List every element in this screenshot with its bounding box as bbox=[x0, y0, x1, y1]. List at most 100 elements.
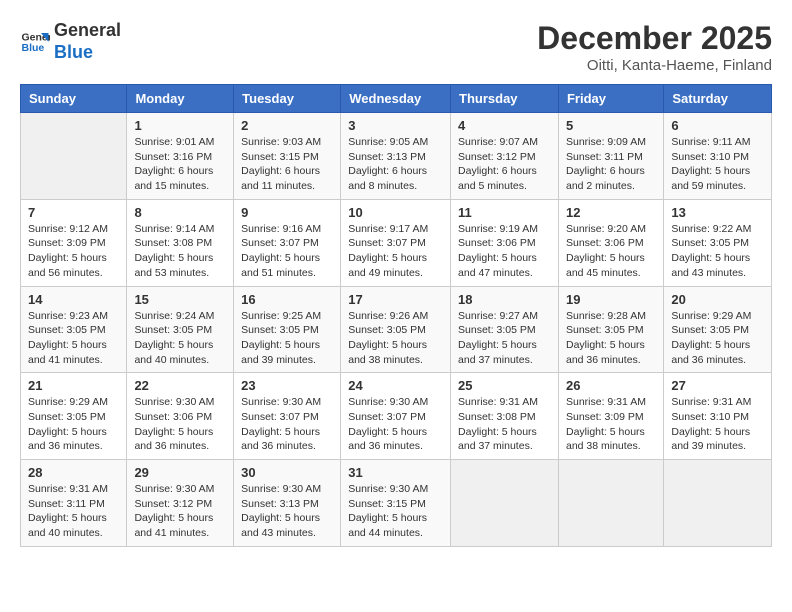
day-info: Sunrise: 9:30 AM Sunset: 3:06 PM Dayligh… bbox=[134, 395, 226, 454]
header-day-monday: Monday bbox=[127, 85, 234, 113]
day-number: 31 bbox=[348, 465, 443, 480]
day-number: 14 bbox=[28, 292, 119, 307]
header-row: SundayMondayTuesdayWednesdayThursdayFrid… bbox=[21, 85, 772, 113]
day-number: 1 bbox=[134, 118, 226, 133]
subtitle: Oitti, Kanta-Haeme, Finland bbox=[537, 57, 772, 74]
header-day-friday: Friday bbox=[558, 85, 663, 113]
day-info: Sunrise: 9:30 AM Sunset: 3:13 PM Dayligh… bbox=[241, 482, 333, 541]
title-block: December 2025 Oitti, Kanta-Haeme, Finlan… bbox=[537, 20, 772, 74]
logo-blue: Blue bbox=[54, 42, 121, 64]
logo-general: General bbox=[54, 20, 121, 42]
day-number: 18 bbox=[458, 292, 551, 307]
week-row-4: 21 Sunrise: 9:29 AM Sunset: 3:05 PM Dayli… bbox=[21, 373, 772, 460]
calendar-cell: 29 Sunrise: 9:30 AM Sunset: 3:12 PM Dayli… bbox=[127, 460, 234, 547]
day-number: 23 bbox=[241, 378, 333, 393]
calendar-cell: 12Sunrise: 9:20 AM Sunset: 3:06 PM Dayli… bbox=[558, 199, 663, 286]
header-day-sunday: Sunday bbox=[21, 85, 127, 113]
calendar-cell: 20 Sunrise: 9:29 AM Sunset: 3:05 PM Dayli… bbox=[664, 286, 772, 373]
calendar-cell: 1Sunrise: 9:01 AM Sunset: 3:16 PM Daylig… bbox=[127, 113, 234, 200]
calendar-header: SundayMondayTuesdayWednesdayThursdayFrid… bbox=[21, 85, 772, 113]
day-number: 29 bbox=[134, 465, 226, 480]
header-day-thursday: Thursday bbox=[451, 85, 559, 113]
day-info: Sunrise: 9:31 AM Sunset: 3:08 PM Dayligh… bbox=[458, 395, 551, 454]
week-row-5: 28Sunrise: 9:31 AM Sunset: 3:11 PM Dayli… bbox=[21, 460, 772, 547]
header-day-wednesday: Wednesday bbox=[341, 85, 451, 113]
header-day-saturday: Saturday bbox=[664, 85, 772, 113]
calendar-cell: 6 Sunrise: 9:11 AM Sunset: 3:10 PM Daylig… bbox=[664, 113, 772, 200]
calendar-cell: 8 Sunrise: 9:14 AM Sunset: 3:08 PM Daylig… bbox=[127, 199, 234, 286]
day-info: Sunrise: 9:22 AM Sunset: 3:05 PM Dayligh… bbox=[671, 222, 764, 281]
day-number: 20 bbox=[671, 292, 764, 307]
day-info: Sunrise: 9:24 AM Sunset: 3:05 PM Dayligh… bbox=[134, 309, 226, 368]
day-info: Sunrise: 9:23 AM Sunset: 3:05 PM Dayligh… bbox=[28, 309, 119, 368]
calendar-body: 1Sunrise: 9:01 AM Sunset: 3:16 PM Daylig… bbox=[21, 113, 772, 547]
day-number: 25 bbox=[458, 378, 551, 393]
calendar-cell: 16 Sunrise: 9:25 AM Sunset: 3:05 PM Dayli… bbox=[234, 286, 341, 373]
day-info: Sunrise: 9:11 AM Sunset: 3:10 PM Dayligh… bbox=[671, 135, 764, 194]
calendar-cell: 13 Sunrise: 9:22 AM Sunset: 3:05 PM Dayli… bbox=[664, 199, 772, 286]
calendar-table: SundayMondayTuesdayWednesdayThursdayFrid… bbox=[20, 84, 772, 547]
page-header: General Blue General Blue December 2025 … bbox=[20, 20, 772, 74]
day-info: Sunrise: 9:03 AM Sunset: 3:15 PM Dayligh… bbox=[241, 135, 333, 194]
calendar-cell: 31 Sunrise: 9:30 AM Sunset: 3:15 PM Dayli… bbox=[341, 460, 451, 547]
day-info: Sunrise: 9:31 AM Sunset: 3:09 PM Dayligh… bbox=[566, 395, 656, 454]
day-info: Sunrise: 9:16 AM Sunset: 3:07 PM Dayligh… bbox=[241, 222, 333, 281]
calendar-cell: 25 Sunrise: 9:31 AM Sunset: 3:08 PM Dayli… bbox=[451, 373, 559, 460]
day-info: Sunrise: 9:30 AM Sunset: 3:12 PM Dayligh… bbox=[134, 482, 226, 541]
calendar-cell: 7Sunrise: 9:12 AM Sunset: 3:09 PM Daylig… bbox=[21, 199, 127, 286]
calendar-cell: 3Sunrise: 9:05 AM Sunset: 3:13 PM Daylig… bbox=[341, 113, 451, 200]
calendar-cell bbox=[21, 113, 127, 200]
day-number: 6 bbox=[671, 118, 764, 133]
day-number: 2 bbox=[241, 118, 333, 133]
calendar-cell: 18 Sunrise: 9:27 AM Sunset: 3:05 PM Dayli… bbox=[451, 286, 559, 373]
day-info: Sunrise: 9:29 AM Sunset: 3:05 PM Dayligh… bbox=[28, 395, 119, 454]
day-info: Sunrise: 9:14 AM Sunset: 3:08 PM Dayligh… bbox=[134, 222, 226, 281]
week-row-1: 1Sunrise: 9:01 AM Sunset: 3:16 PM Daylig… bbox=[21, 113, 772, 200]
calendar-cell: 15 Sunrise: 9:24 AM Sunset: 3:05 PM Dayli… bbox=[127, 286, 234, 373]
day-info: Sunrise: 9:25 AM Sunset: 3:05 PM Dayligh… bbox=[241, 309, 333, 368]
week-row-2: 7Sunrise: 9:12 AM Sunset: 3:09 PM Daylig… bbox=[21, 199, 772, 286]
calendar-cell: 2 Sunrise: 9:03 AM Sunset: 3:15 PM Daylig… bbox=[234, 113, 341, 200]
day-number: 13 bbox=[671, 205, 764, 220]
day-info: Sunrise: 9:31 AM Sunset: 3:10 PM Dayligh… bbox=[671, 395, 764, 454]
calendar-cell: 30 Sunrise: 9:30 AM Sunset: 3:13 PM Dayli… bbox=[234, 460, 341, 547]
day-number: 30 bbox=[241, 465, 333, 480]
day-number: 16 bbox=[241, 292, 333, 307]
day-number: 11 bbox=[458, 205, 551, 220]
calendar-cell: 17 Sunrise: 9:26 AM Sunset: 3:05 PM Dayli… bbox=[341, 286, 451, 373]
calendar-cell: 19Sunrise: 9:28 AM Sunset: 3:05 PM Dayli… bbox=[558, 286, 663, 373]
day-info: Sunrise: 9:27 AM Sunset: 3:05 PM Dayligh… bbox=[458, 309, 551, 368]
day-info: Sunrise: 9:30 AM Sunset: 3:07 PM Dayligh… bbox=[348, 395, 443, 454]
day-info: Sunrise: 9:30 AM Sunset: 3:15 PM Dayligh… bbox=[348, 482, 443, 541]
day-number: 26 bbox=[566, 378, 656, 393]
calendar-cell: 11 Sunrise: 9:19 AM Sunset: 3:06 PM Dayli… bbox=[451, 199, 559, 286]
day-info: Sunrise: 9:29 AM Sunset: 3:05 PM Dayligh… bbox=[671, 309, 764, 368]
calendar-cell: 23 Sunrise: 9:30 AM Sunset: 3:07 PM Dayli… bbox=[234, 373, 341, 460]
calendar-cell: 9 Sunrise: 9:16 AM Sunset: 3:07 PM Daylig… bbox=[234, 199, 341, 286]
calendar-cell bbox=[664, 460, 772, 547]
day-info: Sunrise: 9:19 AM Sunset: 3:06 PM Dayligh… bbox=[458, 222, 551, 281]
logo: General Blue General Blue bbox=[20, 20, 121, 63]
day-number: 8 bbox=[134, 205, 226, 220]
day-info: Sunrise: 9:12 AM Sunset: 3:09 PM Dayligh… bbox=[28, 222, 119, 281]
day-info: Sunrise: 9:26 AM Sunset: 3:05 PM Dayligh… bbox=[348, 309, 443, 368]
day-number: 9 bbox=[241, 205, 333, 220]
day-number: 27 bbox=[671, 378, 764, 393]
day-number: 22 bbox=[134, 378, 226, 393]
calendar-cell: 28Sunrise: 9:31 AM Sunset: 3:11 PM Dayli… bbox=[21, 460, 127, 547]
day-number: 21 bbox=[28, 378, 119, 393]
header-day-tuesday: Tuesday bbox=[234, 85, 341, 113]
day-info: Sunrise: 9:30 AM Sunset: 3:07 PM Dayligh… bbox=[241, 395, 333, 454]
day-number: 15 bbox=[134, 292, 226, 307]
calendar-cell: 27 Sunrise: 9:31 AM Sunset: 3:10 PM Dayli… bbox=[664, 373, 772, 460]
day-number: 5 bbox=[566, 118, 656, 133]
day-number: 17 bbox=[348, 292, 443, 307]
day-number: 24 bbox=[348, 378, 443, 393]
calendar-cell bbox=[558, 460, 663, 547]
day-info: Sunrise: 9:31 AM Sunset: 3:11 PM Dayligh… bbox=[28, 482, 119, 541]
week-row-3: 14 Sunrise: 9:23 AM Sunset: 3:05 PM Dayli… bbox=[21, 286, 772, 373]
day-info: Sunrise: 9:17 AM Sunset: 3:07 PM Dayligh… bbox=[348, 222, 443, 281]
calendar-cell: 10Sunrise: 9:17 AM Sunset: 3:07 PM Dayli… bbox=[341, 199, 451, 286]
calendar-cell: 4Sunrise: 9:07 AM Sunset: 3:12 PM Daylig… bbox=[451, 113, 559, 200]
logo-icon: General Blue bbox=[20, 27, 50, 57]
